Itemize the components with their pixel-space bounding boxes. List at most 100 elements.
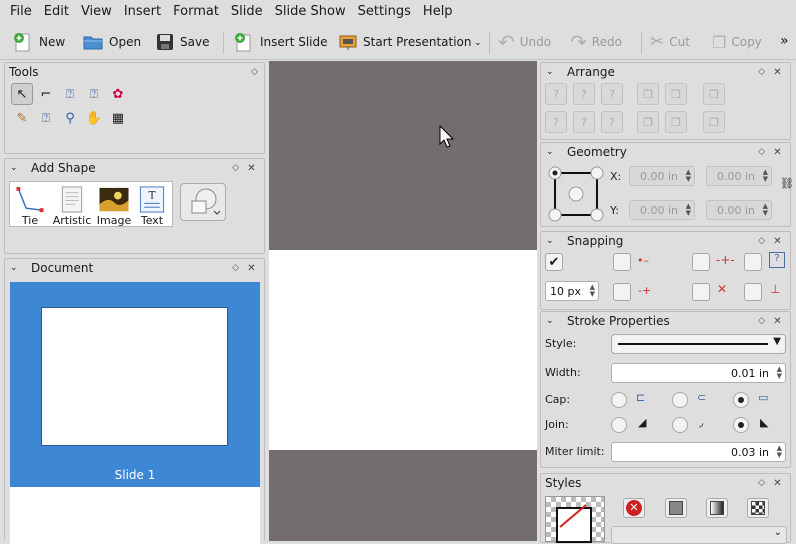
undo-button[interactable]: ↶ Undo [498,30,551,54]
spinner-icon[interactable]: ▲ ▼ [590,284,595,298]
shape-tie[interactable]: Tie [12,185,48,227]
align-top-button[interactable]: ? [545,111,567,133]
spinner-icon[interactable]: ▲ ▼ [763,169,768,183]
float-icon[interactable]: ◇ [232,263,239,273]
collapse-icon[interactable]: ⌄ [546,147,554,157]
group-button[interactable]: ❐ [703,83,725,105]
unknown-tool-icon[interactable]: ⍰ [59,83,81,105]
float-icon[interactable]: ◇ [758,236,765,246]
spinner-icon[interactable]: ▲ ▼ [686,169,691,183]
cap-square-radio[interactable] [733,392,749,408]
snap-distance-field[interactable]: 10 px ▲ ▼ [545,281,599,301]
menu-slide-show[interactable]: Slide Show [269,0,352,24]
snap-orthogonal-checkbox[interactable] [692,253,710,271]
shape-text[interactable]: T Text [134,185,170,227]
new-button[interactable]: New [12,30,65,54]
collapse-icon[interactable]: ⌄ [10,263,18,273]
join-round-radio[interactable] [672,417,688,433]
slide-page[interactable] [269,250,537,450]
spinner-icon[interactable]: ▲ ▼ [777,445,782,459]
close-icon[interactable]: ✕ [771,66,784,79]
redo-button[interactable]: ↷ Redo [570,30,622,54]
menu-settings[interactable]: Settings [352,0,417,24]
spinner-icon[interactable]: ▲ ▼ [777,366,782,380]
aspect-lock-icon[interactable]: ⛓ [780,177,794,190]
float-icon[interactable]: ◇ [251,67,258,77]
send-to-back-button[interactable]: ❐ [665,111,687,133]
menu-slide[interactable]: Slide [225,0,269,24]
zoom-tool-icon[interactable]: ⚲ [59,107,81,129]
open-button[interactable]: Open [82,30,141,54]
no-fill-button[interactable]: ✕ [623,498,645,518]
slide-thumbnail-selected[interactable]: Slide 1 [10,282,260,487]
path-tool-icon[interactable]: ⌐ [35,83,57,105]
pan-tool-icon[interactable]: ✋ [83,107,105,129]
align-bottom-button[interactable]: ? [601,111,623,133]
slide-canvas[interactable] [269,61,537,541]
close-icon[interactable]: ✕ [771,477,784,490]
shape-artistic[interactable]: Artistic [53,185,91,227]
align-middle-button[interactable]: ? [573,111,595,133]
x-position-field[interactable]: 0.00 in ▲ ▼ [629,166,695,186]
collapse-icon[interactable]: ⌄ [546,236,554,246]
align-left-button[interactable]: ? [545,83,567,105]
menu-edit[interactable]: Edit [38,0,75,24]
spinner-icon[interactable]: ▲ ▼ [686,203,691,217]
cap-butt-radio[interactable] [611,392,627,408]
anchor-point-selector-icon[interactable] [547,165,605,223]
style-preview[interactable] [545,496,605,543]
pattern-fill-button[interactable] [747,498,769,518]
cap-round-radio[interactable] [672,392,688,408]
presentation-dropdown-arrow-icon[interactable]: ⌄ [474,38,482,48]
snap-node-checkbox[interactable] [744,253,762,271]
align-center-button[interactable]: ? [573,83,595,105]
close-icon[interactable]: ✕ [245,262,258,275]
close-icon[interactable]: ✕ [245,162,258,175]
miter-limit-field[interactable]: 0.03 in ▲ ▼ [611,442,786,462]
menu-help[interactable]: Help [417,0,459,24]
cut-button[interactable]: ✂ Cut [650,30,690,54]
width-field[interactable]: 0.00 in ▲ ▼ [706,166,772,186]
snap-intersection-checkbox[interactable] [692,283,710,301]
bring-to-front-button[interactable]: ❐ [665,83,687,105]
float-icon[interactable]: ◇ [232,163,239,173]
copy-button[interactable]: ❐ Copy [712,30,762,54]
menu-view[interactable]: View [75,0,118,24]
align-right-button[interactable]: ? [601,83,623,105]
ungroup-button[interactable]: ❐ [703,111,725,133]
join-miter-radio[interactable] [611,417,627,433]
float-icon[interactable]: ◇ [758,67,765,77]
gradient-fill-button[interactable] [706,498,728,518]
menu-format[interactable]: Format [167,0,225,24]
select-tool-icon[interactable]: ↖ [11,83,33,105]
solid-fill-button[interactable] [665,498,687,518]
join-bevel-radio[interactable] [733,417,749,433]
pencil-tool-icon[interactable]: ✎ [11,107,33,129]
shape-image[interactable]: Image [96,185,132,227]
menu-insert[interactable]: Insert [118,0,167,24]
collapse-icon[interactable]: ⌄ [546,67,554,77]
color-picker-icon[interactable]: ✿ [107,83,129,105]
float-icon[interactable]: ◇ [758,478,765,488]
line-style-select[interactable]: ▼ [611,334,786,354]
menu-file[interactable]: File [4,0,38,24]
send-backward-button[interactable]: ❐ [637,111,659,133]
close-icon[interactable]: ✕ [771,235,784,248]
more-shapes-button[interactable] [180,183,226,221]
float-icon[interactable]: ◇ [758,147,765,157]
bring-forward-button[interactable]: ❐ [637,83,659,105]
height-field[interactable]: 0.00 in ▲ ▼ [706,200,772,220]
start-presentation-button[interactable]: Start Presentation [338,30,472,54]
style-select[interactable]: ⌄ [611,526,787,544]
toolbar-overflow-button[interactable]: » [780,33,789,49]
snap-extension-checkbox[interactable] [744,283,762,301]
float-icon[interactable]: ◇ [758,316,765,326]
stroke-width-field[interactable]: 0.01 in ▲ ▼ [611,363,786,383]
unknown-tool-icon[interactable]: ⍰ [35,107,57,129]
snap-boundary-checkbox[interactable] [613,283,631,301]
snap-grid-checkbox[interactable] [613,253,631,271]
save-button[interactable]: Save [155,30,209,54]
close-icon[interactable]: ✕ [771,146,784,159]
collapse-icon[interactable]: ⌄ [10,163,18,173]
collapse-icon[interactable]: ⌄ [546,316,554,326]
